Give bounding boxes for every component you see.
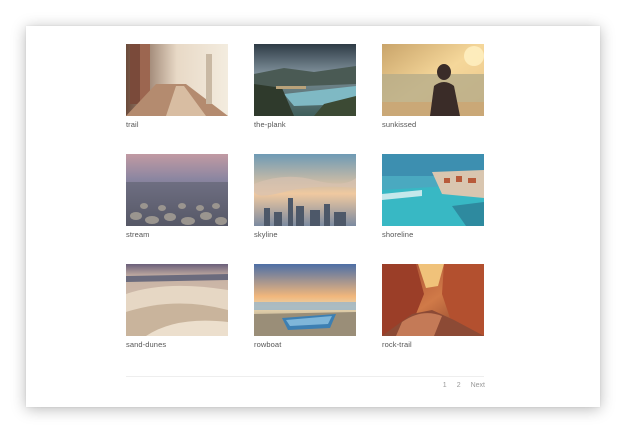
gallery-item[interactable]: skyline <box>254 154 356 264</box>
shoreline-image[interactable] <box>382 154 484 226</box>
stream-image[interactable] <box>126 154 228 226</box>
plank-image[interactable] <box>254 44 356 116</box>
rowboat-image[interactable] <box>254 264 356 336</box>
pagination-divider <box>126 376 484 377</box>
item-caption: sand-dunes <box>126 340 167 349</box>
gallery-item[interactable]: trail <box>126 44 228 154</box>
item-caption: the-plank <box>254 120 286 129</box>
page-2-link[interactable]: 2 <box>457 382 461 389</box>
gallery-card: trail the-plank sunkissed stream skyline… <box>26 26 600 407</box>
item-caption: skyline <box>254 230 278 239</box>
gallery-item[interactable]: sunkissed <box>382 44 484 154</box>
dunes-image[interactable] <box>126 264 228 336</box>
item-caption: trail <box>126 120 139 129</box>
gallery-item[interactable]: sand-dunes <box>126 264 228 374</box>
skyline-image[interactable] <box>254 154 356 226</box>
gallery-item[interactable]: shoreline <box>382 154 484 264</box>
item-caption: rock-trail <box>382 340 412 349</box>
pagination: 1 2 Next <box>443 382 485 389</box>
sunkissed-image[interactable] <box>382 44 484 116</box>
gallery-item[interactable]: the-plank <box>254 44 356 154</box>
item-caption: rowboat <box>254 340 282 349</box>
trail-image[interactable] <box>126 44 228 116</box>
gallery-item[interactable]: rock-trail <box>382 264 484 374</box>
next-page-link[interactable]: Next <box>471 382 485 389</box>
gallery-item[interactable]: stream <box>126 154 228 264</box>
image-grid: trail the-plank sunkissed stream skyline… <box>126 44 484 374</box>
gallery-item[interactable]: rowboat <box>254 264 356 374</box>
item-caption: shoreline <box>382 230 414 239</box>
page-1-link[interactable]: 1 <box>443 382 447 389</box>
item-caption: stream <box>126 230 150 239</box>
item-caption: sunkissed <box>382 120 417 129</box>
rocks-image[interactable] <box>382 264 484 336</box>
